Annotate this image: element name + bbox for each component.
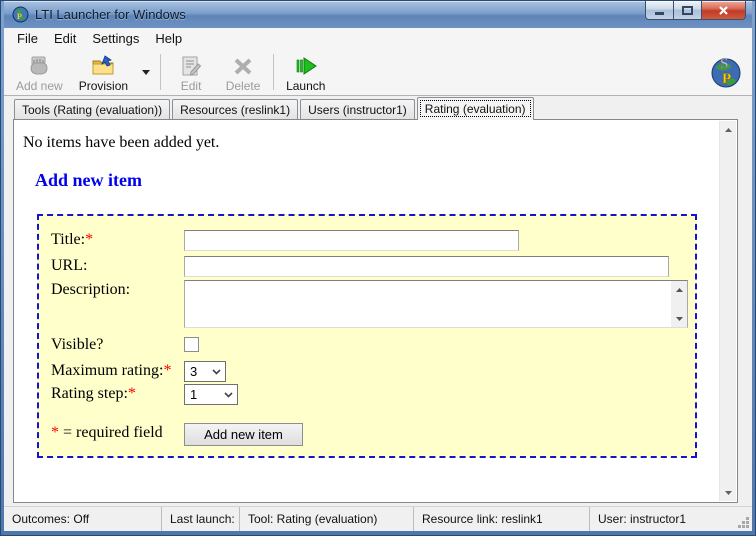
tab-rating[interactable]: Rating (evaluation) <box>416 97 534 120</box>
add-new-button[interactable]: Add new <box>8 51 71 93</box>
status-user: User: instructor1 <box>598 512 687 526</box>
url-label: URL: <box>51 257 88 274</box>
content-scrollbar[interactable] <box>719 121 736 501</box>
scroll-up-icon[interactable] <box>720 121 736 138</box>
menu-file[interactable]: File <box>10 29 45 48</box>
maximize-icon <box>682 5 693 15</box>
provision-dropdown-button[interactable] <box>136 51 156 93</box>
embedded-page: No items have been added yet. Add new it… <box>14 120 720 502</box>
delete-label: Delete <box>225 78 261 93</box>
toolbar: Add new Provision Edit Delete Launch S P <box>4 49 752 96</box>
tabstrip: Tools (Rating (evaluation)) Resources (r… <box>4 96 752 120</box>
close-button[interactable] <box>701 1 746 20</box>
edit-icon <box>182 56 202 76</box>
app-window: P LTI Launcher for Windows File Edit Set… <box>0 0 756 536</box>
tab-resources[interactable]: Resources (reslink1) <box>172 99 299 119</box>
svg-text:P: P <box>722 71 731 87</box>
launch-icon <box>296 56 317 75</box>
required-asterisk: * <box>85 231 94 248</box>
add-new-icon <box>30 56 48 74</box>
status-last-launch: Last launch: <box>162 507 240 531</box>
minimize-icon <box>654 11 664 15</box>
rating-step-label: Rating step:* <box>51 385 136 402</box>
url-input[interactable] <box>184 256 669 277</box>
required-field-note: * = required field <box>51 424 163 441</box>
delete-button[interactable]: Delete <box>217 51 269 93</box>
toolbar-separator <box>273 54 275 90</box>
add-new-item-heading: Add new item <box>35 170 142 190</box>
menu-help[interactable]: Help <box>148 29 189 48</box>
rating-step-value: 1 <box>190 387 198 402</box>
delete-icon <box>234 58 252 74</box>
toolbar-separator <box>160 54 162 90</box>
launch-label: Launch <box>286 78 326 93</box>
description-textarea[interactable] <box>184 280 688 328</box>
chevron-down-icon <box>224 391 233 398</box>
add-new-item-submit-button[interactable]: Add new item <box>184 423 303 446</box>
globe-sp-logo: S P <box>711 56 741 88</box>
scroll-up-icon[interactable] <box>671 281 687 298</box>
title-input[interactable] <box>184 230 519 251</box>
empty-message: No items have been added yet. <box>23 134 220 151</box>
app-icon: P <box>12 6 29 23</box>
status-tool: Tool: Rating (evaluation) <box>240 507 414 531</box>
chevron-down-icon <box>212 368 221 375</box>
max-rating-select[interactable]: 3 <box>184 361 226 382</box>
max-rating-value: 3 <box>190 364 198 379</box>
edit-label: Edit <box>180 78 202 93</box>
close-icon <box>719 5 728 15</box>
add-item-form: Title:* URL: Description: Visible? Maxim… <box>37 214 697 458</box>
titlebar[interactable]: P LTI Launcher for Windows <box>4 1 752 28</box>
provision-icon <box>92 54 114 74</box>
visible-checkbox[interactable] <box>184 337 199 352</box>
title-label: Title:* <box>51 231 94 248</box>
visible-label: Visible? <box>51 336 104 353</box>
description-label: Description: <box>51 281 131 298</box>
maximize-button[interactable] <box>674 1 701 20</box>
minimize-button[interactable] <box>645 1 674 20</box>
provision-label: Provision <box>78 78 129 93</box>
launch-button[interactable]: Launch <box>278 51 333 93</box>
provision-button[interactable]: Provision <box>71 51 136 93</box>
rating-tab-panel: No items have been added yet. Add new it… <box>13 119 738 503</box>
menubar: File Edit Settings Help <box>4 28 752 49</box>
svg-text:S: S <box>720 56 728 72</box>
tab-tools[interactable]: Tools (Rating (evaluation)) <box>14 99 171 119</box>
max-rating-label: Maximum rating:* <box>51 362 172 379</box>
textarea-scrollbar[interactable] <box>671 281 687 327</box>
scroll-down-icon[interactable] <box>720 484 736 501</box>
rating-step-select[interactable]: 1 <box>184 384 238 405</box>
statusbar: Outcomes: Off Last launch: Tool: Rating … <box>4 506 752 531</box>
required-asterisk: * <box>163 362 172 379</box>
chevron-down-icon <box>142 69 151 75</box>
menu-settings[interactable]: Settings <box>85 29 146 48</box>
svg-text:P: P <box>17 12 22 21</box>
tab-users[interactable]: Users (instructor1) <box>300 99 415 119</box>
add-new-label: Add new <box>16 78 63 93</box>
edit-button[interactable]: Edit <box>165 51 217 93</box>
scroll-down-icon[interactable] <box>671 310 687 327</box>
status-outcomes: Outcomes: Off <box>4 507 162 531</box>
required-asterisk: * <box>127 385 136 402</box>
window-title: LTI Launcher for Windows <box>35 7 186 22</box>
resize-grip[interactable] <box>738 517 750 529</box>
status-resource-link: Resource link: reslink1 <box>414 507 590 531</box>
menu-edit[interactable]: Edit <box>47 29 83 48</box>
